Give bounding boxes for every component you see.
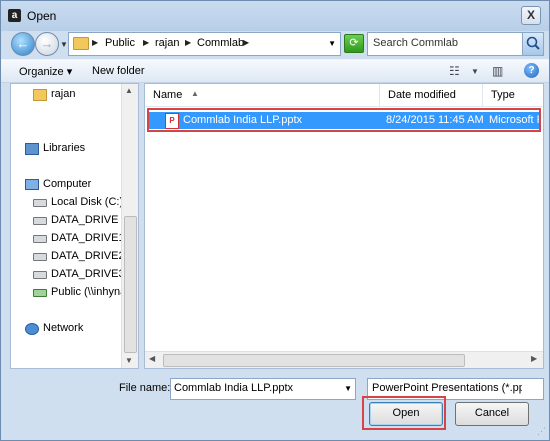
sidebar-item-label: Computer — [43, 178, 92, 190]
disk-icon — [33, 253, 47, 261]
scroll-left-icon[interactable]: ◀ — [149, 354, 155, 363]
breadcrumb-commlab[interactable]: Commlab — [197, 37, 244, 49]
disk-icon — [33, 217, 47, 225]
breadcrumb-public[interactable]: Public — [105, 37, 135, 49]
file-name-dropdown-icon[interactable]: ▼ — [344, 384, 352, 393]
back-button[interactable]: ← — [11, 32, 35, 56]
cancel-button[interactable]: Cancel — [455, 402, 529, 426]
address-dropdown-icon[interactable]: ▼ — [328, 39, 336, 48]
network-icon — [25, 323, 39, 335]
folder-icon — [73, 37, 89, 50]
file-name-value: Commlab India LLP.pptx — [174, 382, 294, 394]
organize-menu[interactable]: Organize ▾ — [19, 65, 72, 78]
sort-ascending-icon: ▲ — [191, 89, 199, 98]
breadcrumb-arrow-icon[interactable]: ▶ — [92, 38, 98, 47]
help-icon[interactable]: ? — [524, 63, 539, 78]
sidebar-scrollbar[interactable]: ▲ ▼ — [121, 84, 138, 368]
recent-pages-dropdown-icon[interactable]: ▼ — [60, 40, 68, 49]
breadcrumb-rajan[interactable]: rajan — [155, 37, 179, 49]
breadcrumb-arrow-icon[interactable]: ▶ — [185, 38, 191, 47]
file-name-label: File name: — [119, 382, 171, 394]
file-type-filter-value: PowerPoint Presentations (*.pp — [372, 382, 522, 394]
sidebar-item-label: Libraries — [43, 142, 86, 154]
breadcrumb-arrow-icon[interactable]: ▶ — [143, 38, 149, 47]
title-bar[interactable]: a Open X — [1, 1, 549, 31]
disk-icon — [33, 271, 47, 279]
navigation-pane: rajan Libraries Computer Local Disk (C:)… — [10, 83, 139, 369]
scrollbar-thumb[interactable] — [163, 354, 465, 367]
sidebar-item-label: Local Disk (C:) — [51, 196, 124, 208]
column-header-type[interactable]: Type — [483, 84, 543, 106]
breadcrumb-arrow-icon[interactable]: ▶ — [243, 38, 249, 47]
column-header-row: Name ▲ Date modified Type — [145, 84, 543, 107]
file-name-field[interactable]: Commlab India LLP.pptx ▼ — [170, 378, 356, 400]
resize-grip-icon[interactable]: ⋰ — [537, 426, 546, 437]
command-bar: Organize ▾ New folder ☷ ▼ ▥ ? — [1, 59, 549, 83]
refresh-button[interactable]: ⟳ — [344, 34, 364, 53]
sidebar-item-label: Public (\\inhynas — [51, 286, 132, 298]
forward-button[interactable]: → — [35, 32, 59, 56]
view-options-icon[interactable]: ☷ — [449, 64, 460, 78]
computer-icon — [25, 179, 39, 190]
disk-icon — [33, 235, 47, 243]
column-label: Date modified — [388, 89, 456, 101]
file-list-horizontal-scrollbar[interactable]: ◀ ▶ — [145, 351, 543, 368]
search-icon[interactable] — [522, 33, 543, 55]
column-label: Type — [491, 89, 515, 101]
selected-file-highlight-box — [147, 108, 541, 132]
close-button[interactable]: X — [521, 6, 541, 25]
organize-label: Organize — [19, 66, 64, 78]
new-folder-button[interactable]: New folder — [92, 65, 145, 77]
window-title: Open — [27, 9, 57, 23]
library-icon — [25, 143, 39, 155]
scroll-right-icon[interactable]: ▶ — [531, 354, 537, 363]
scroll-down-icon[interactable]: ▼ — [125, 356, 133, 365]
view-dropdown-icon[interactable]: ▼ — [471, 67, 479, 76]
column-label: Name — [153, 89, 183, 101]
address-bar[interactable]: ▶ Public ▶ rajan ▶ Commlab ▶ ▼ — [68, 32, 341, 56]
sidebar-item-label: Network — [43, 322, 84, 334]
scrollbar-thumb[interactable] — [124, 216, 137, 353]
search-input[interactable]: Search Commlab — [367, 32, 544, 56]
sidebar-item-label: rajan — [51, 88, 76, 100]
column-header-date[interactable]: Date modified — [380, 84, 483, 106]
app-icon: a — [8, 9, 21, 22]
preview-pane-icon[interactable]: ▥ — [492, 64, 503, 78]
open-button-highlight-box — [362, 396, 446, 430]
navigation-bar: ← → ▼ ▶ Public ▶ rajan ▶ Commlab ▶ ▼ ⟳ S… — [1, 31, 549, 57]
scroll-up-icon[interactable]: ▲ — [125, 86, 133, 95]
open-dialog: a Open X ← → ▼ ▶ Public ▶ rajan ▶ Commla… — [0, 0, 550, 441]
column-header-name[interactable]: Name ▲ — [145, 84, 380, 106]
folder-icon — [33, 89, 47, 101]
search-placeholder: Search Commlab — [373, 37, 458, 49]
network-drive-icon — [33, 289, 47, 297]
disk-icon — [33, 199, 47, 207]
